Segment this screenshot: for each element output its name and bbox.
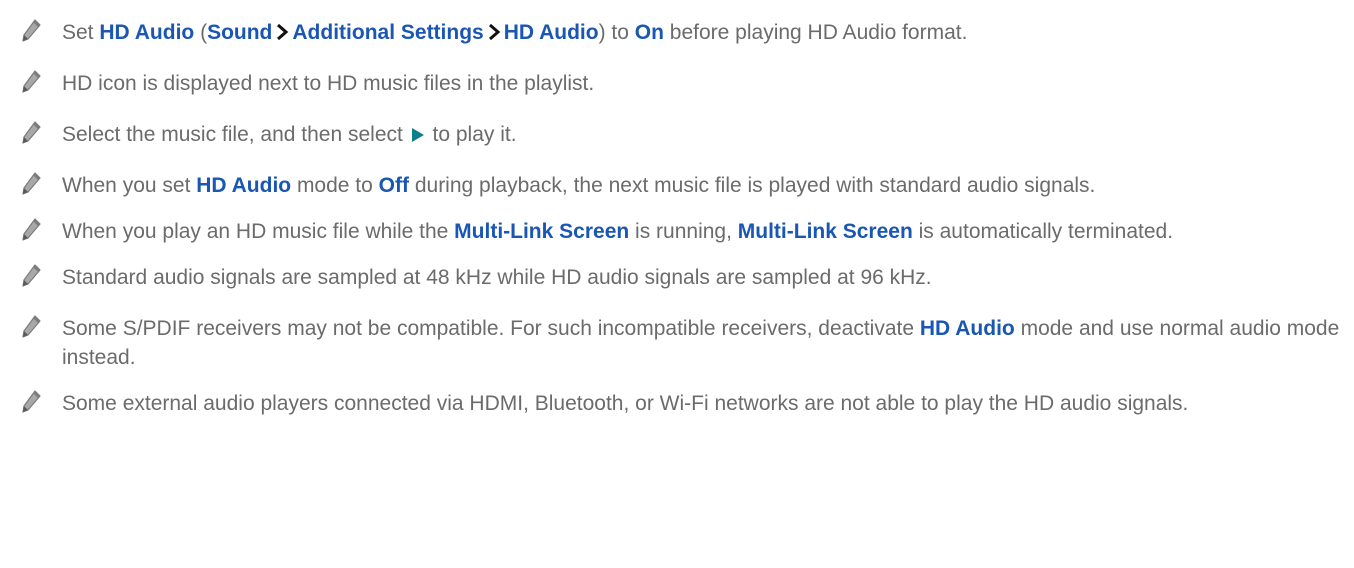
note-text: is automatically terminated.: [912, 220, 1174, 243]
note-text: HD icon is displayed next to HD music fi…: [62, 72, 595, 95]
pencil-icon: [20, 389, 42, 415]
pencil-icon: [20, 217, 42, 243]
notes-list: Set HD Audio (Sound Additional Settings HD…: [20, 18, 1340, 435]
pencil-icon: [20, 69, 42, 95]
play-icon: [411, 128, 424, 142]
keyword-hd-audio: HD Audio: [919, 317, 1015, 340]
keyword-off: Off: [378, 174, 409, 197]
note-spdif: Some S/PDIF receivers may not be compati…: [20, 314, 1340, 372]
pencil-icon: [20, 171, 42, 197]
chevron-right-icon: [488, 23, 500, 41]
note-text: is running,: [629, 220, 738, 243]
pencil-icon: [20, 120, 42, 146]
note-text: Some external audio players connected vi…: [62, 392, 1189, 415]
menu-keyword-sound: Sound: [207, 21, 273, 44]
note-text: to play it.: [426, 123, 517, 146]
note-hd-audio-off: When you set HD Audio mode to Off during…: [20, 171, 1340, 200]
keyword-multi-link-screen: Multi-Link Screen: [454, 220, 630, 243]
menu-keyword-hd-audio: HD Audio: [99, 21, 195, 44]
note-text: before playing HD Audio format.: [663, 21, 968, 44]
keyword-hd-audio: HD Audio: [196, 174, 292, 197]
note-text: When you play an HD music file while the: [62, 220, 455, 243]
note-select-play: Select the music file, and then select t…: [20, 120, 1340, 149]
note-external-players: Some external audio players connected vi…: [20, 389, 1340, 418]
note-text: Standard audio signals are sampled at 48…: [62, 266, 932, 289]
note-hd-icon: HD icon is displayed next to HD music fi…: [20, 69, 1340, 98]
keyword-multi-link-screen: Multi-Link Screen: [737, 220, 913, 243]
note-text: (: [194, 21, 208, 44]
pencil-icon: [20, 314, 42, 340]
pencil-icon: [20, 18, 42, 44]
note-sampling-rates: Standard audio signals are sampled at 48…: [20, 263, 1340, 292]
pencil-icon: [20, 263, 42, 289]
note-text: mode to: [291, 174, 379, 197]
note-text: When you set: [62, 174, 197, 197]
menu-keyword-additional-settings: Additional Settings: [292, 21, 484, 44]
note-text: Set: [62, 21, 100, 44]
note-text: during playback, the next music file is …: [409, 174, 1096, 197]
note-text: Some S/PDIF receivers may not be compati…: [62, 317, 920, 340]
note-multi-link: When you play an HD music file while the…: [20, 217, 1340, 246]
chevron-right-icon: [277, 23, 289, 41]
note-hd-audio-setting: Set HD Audio (Sound Additional Settings HD…: [20, 18, 1340, 47]
note-text: Select the music file, and then select: [62, 123, 409, 146]
keyword-on: On: [634, 21, 664, 44]
menu-keyword-hd-audio: HD Audio: [503, 21, 599, 44]
note-text: ) to: [598, 21, 635, 44]
